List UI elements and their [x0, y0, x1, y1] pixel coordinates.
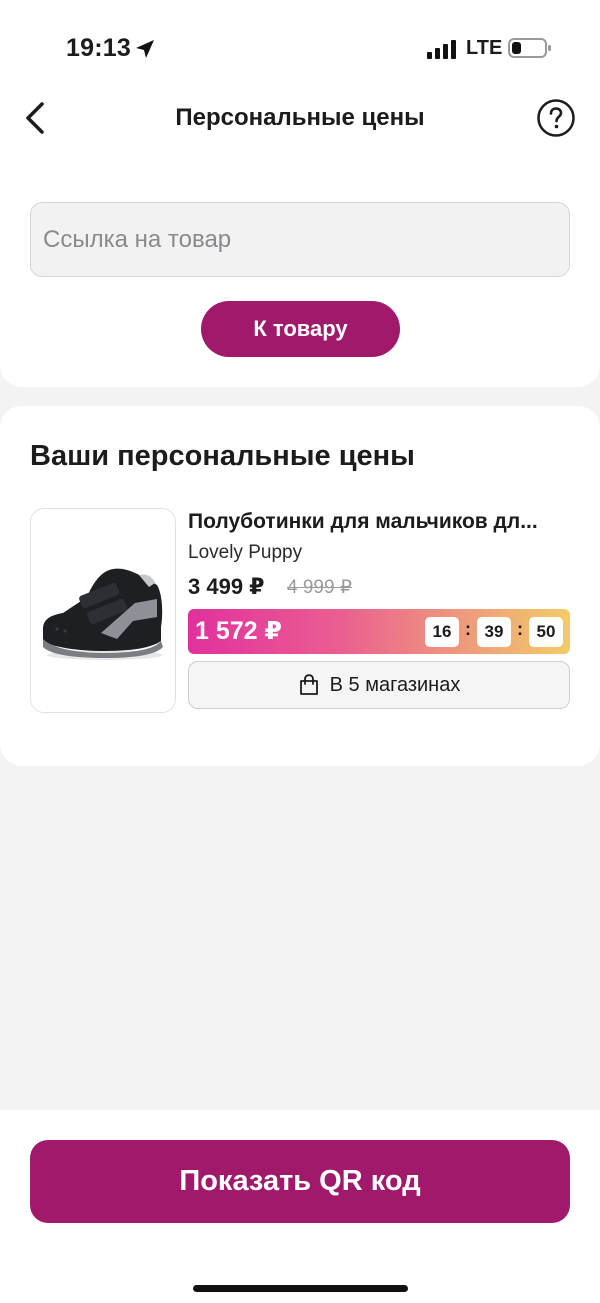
page-title: Персональные цены	[175, 104, 425, 131]
nav-bar: Персональные цены	[0, 90, 600, 146]
network-label: LTE	[466, 37, 503, 59]
timer-minutes: 39	[477, 617, 511, 647]
personal-price-bar: 1 572 ₽ 16 : 39 : 50	[188, 609, 570, 654]
stores-availability-button[interactable]: В 5 магазинах	[188, 661, 570, 709]
timer-separator: :	[517, 619, 523, 639]
question-circle-icon[interactable]	[536, 98, 576, 138]
product-name[interactable]: Полуботинки для мальчиков дл...	[188, 510, 568, 534]
timer-seconds: 50	[529, 617, 563, 647]
timer-hours: 16	[425, 617, 459, 647]
product-image[interactable]	[30, 508, 176, 713]
signal-icon	[427, 40, 456, 59]
product-link-input[interactable]	[30, 202, 570, 277]
location-arrow-icon	[136, 40, 154, 58]
product-brand: Lovely Puppy	[188, 542, 303, 563]
section-title: Ваши персональные цены	[30, 440, 415, 472]
timer-separator: :	[465, 619, 471, 639]
status-time: 19:13	[66, 34, 131, 62]
show-qr-button[interactable]: Показать QR код	[30, 1140, 570, 1223]
home-indicator	[193, 1285, 408, 1292]
top-card: 19:13 LTE Персональные цены К товару	[0, 0, 600, 387]
shoe-image	[43, 568, 163, 660]
bottom-bar: Показать QR код	[0, 1110, 600, 1303]
battery-icon	[508, 38, 551, 58]
status-bar: 19:13 LTE	[0, 0, 600, 96]
personal-price: 1 572 ₽	[195, 617, 282, 645]
product-old-price: 4 999 ₽	[287, 577, 352, 598]
shopping-bag-icon	[299, 674, 318, 695]
personal-prices-section: Ваши персональные цены Полуботинки для м…	[0, 406, 600, 766]
go-to-product-button[interactable]: К товару	[201, 301, 400, 357]
product-price: 3 499 ₽	[188, 574, 265, 599]
stores-label: В 5 магазинах	[329, 673, 461, 696]
